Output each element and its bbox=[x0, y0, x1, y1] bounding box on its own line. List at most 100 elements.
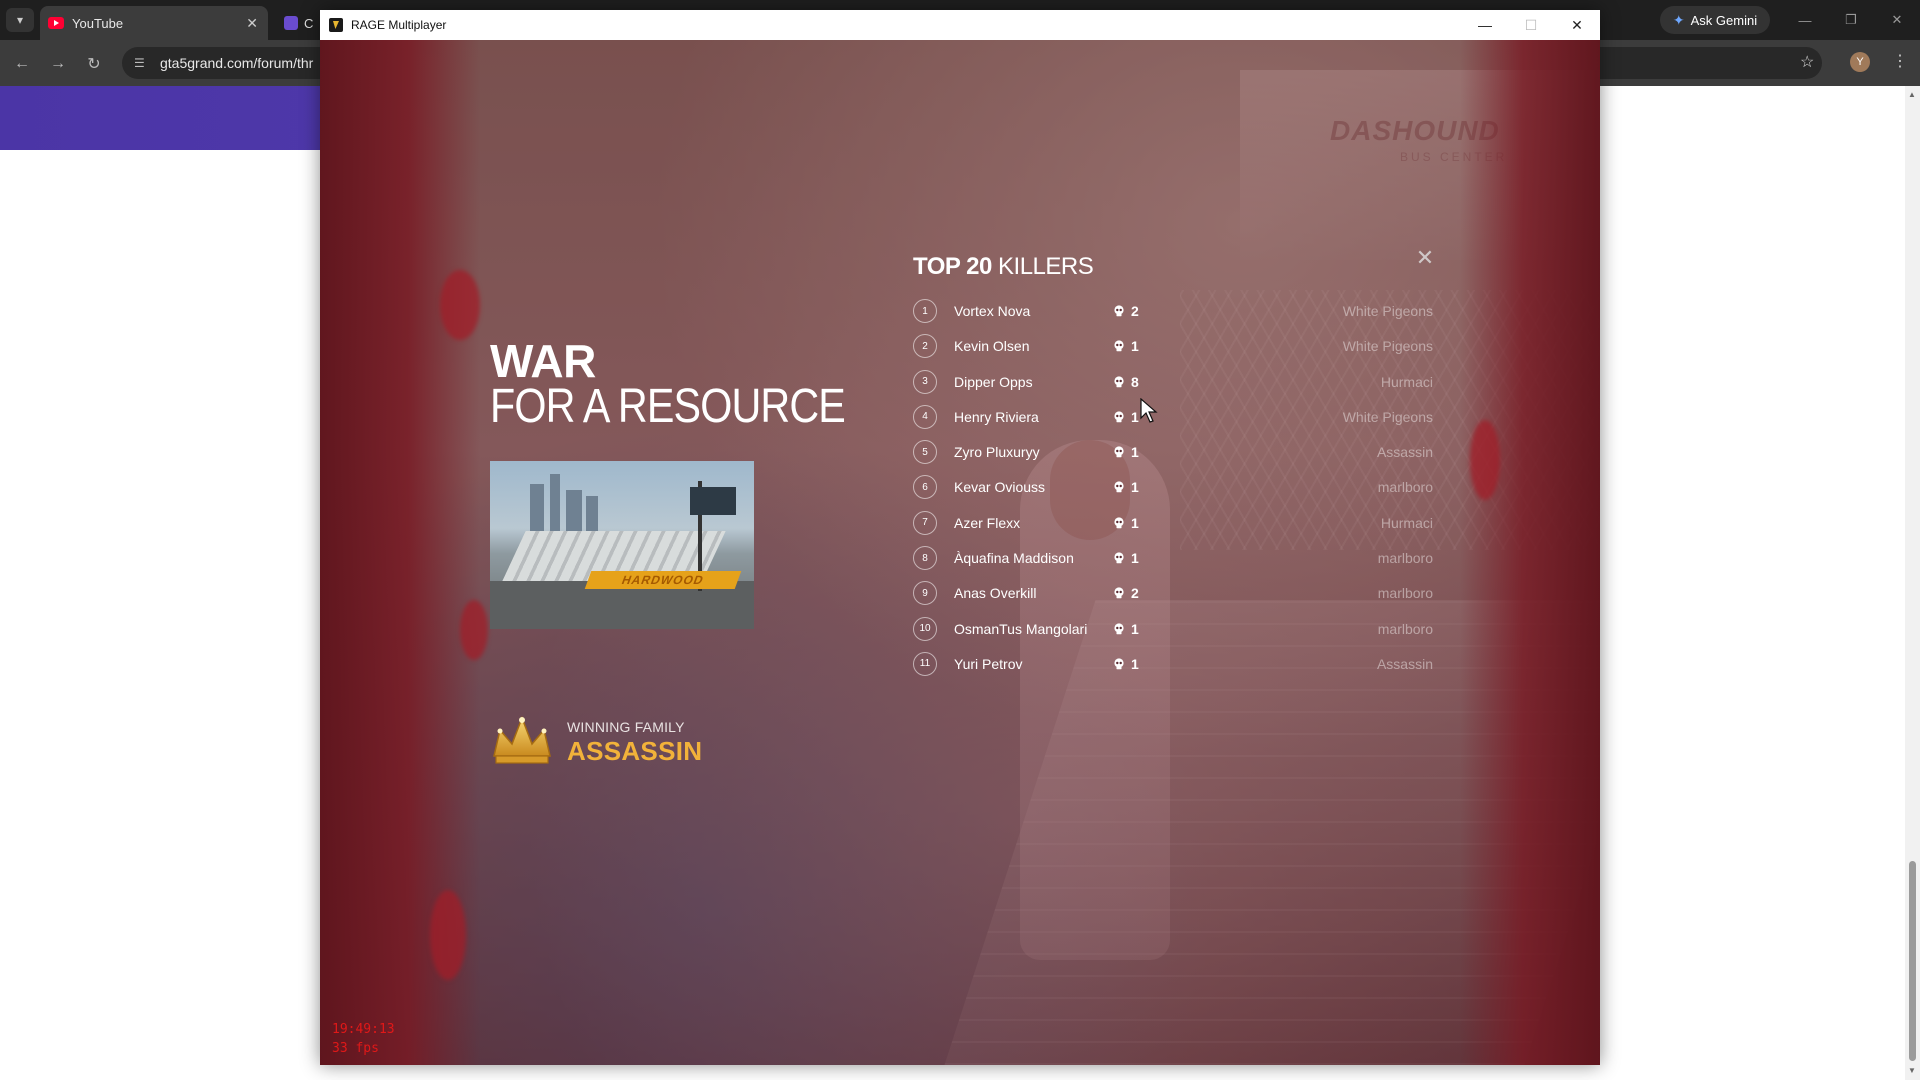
player-name: OsmanTus Mangolari bbox=[954, 620, 1088, 637]
family-name: White Pigeons bbox=[1342, 338, 1433, 355]
family-name: Hurmaci bbox=[1380, 373, 1433, 390]
family-name: White Pigeons bbox=[1342, 408, 1433, 425]
bookmark-star-icon[interactable]: ☆ bbox=[1800, 52, 1814, 72]
skull-icon bbox=[1114, 552, 1124, 564]
tab-close-icon[interactable]: ✕ bbox=[246, 15, 258, 32]
killer-row: 10 OsmanTus Mangolari 1 marlboro bbox=[913, 613, 1433, 648]
rank-badge: 7 bbox=[913, 510, 937, 535]
game-view[interactable]: DASHOUND BUS CENTER WAR FOR A RESOURCE H… bbox=[320, 40, 1600, 1065]
browser-window-controls: — ❐ ✕ bbox=[1782, 0, 1920, 40]
scrollbar-thumb[interactable] bbox=[1909, 861, 1916, 1061]
kill-count: 1 bbox=[1131, 408, 1139, 425]
blood-splatter bbox=[460, 600, 488, 660]
player-name: Àquafina Maddison bbox=[954, 550, 1074, 567]
blood-splatter bbox=[1470, 420, 1500, 500]
minimize-icon[interactable]: — bbox=[1462, 10, 1508, 40]
debug-fps: 33 fps bbox=[332, 1041, 379, 1056]
skull-icon bbox=[1114, 481, 1124, 493]
kill-count: 1 bbox=[1131, 655, 1139, 672]
killer-row: 1 Vortex Nova 2 White Pigeons bbox=[913, 295, 1433, 330]
killer-row: 7 Azer Flexx 1 Hurmaci bbox=[913, 507, 1433, 542]
family-name: White Pigeons bbox=[1342, 303, 1433, 319]
rage-window-controls: — ☐ ✕ bbox=[1462, 10, 1600, 40]
killer-row: 5 Zyro Pluxuryy 1 Assassin bbox=[913, 436, 1433, 471]
back-icon[interactable]: ← bbox=[10, 52, 34, 76]
rank-badge: 8 bbox=[913, 546, 937, 571]
event-location-image: HARDWOOD bbox=[490, 461, 754, 629]
skull-icon bbox=[1114, 517, 1124, 528]
top-killers-header: TOP 20 KILLERS bbox=[913, 253, 1094, 281]
family-name: Assassin bbox=[1376, 655, 1433, 672]
family-name: Hurmaci bbox=[1380, 514, 1433, 531]
debug-clock: 19:49:13 bbox=[332, 1022, 395, 1037]
page-scrollbar[interactable]: ▲ ▼ bbox=[1905, 86, 1920, 1080]
player-name: Kevar Oviouss bbox=[954, 479, 1046, 496]
family-name: marlboro bbox=[1377, 479, 1433, 496]
player-name: Anas Overkill bbox=[954, 585, 1037, 602]
killer-list: 1 Vortex Nova 2 White Pigeons 2 Kevin Olsen 1 W… bbox=[913, 295, 1433, 683]
maximize-icon: ☐ bbox=[1524, 16, 1538, 33]
rage-window-title: RAGE Multiplayer bbox=[351, 18, 447, 32]
skull-icon bbox=[1114, 587, 1124, 599]
tab-search-button[interactable]: ▾ bbox=[6, 8, 34, 32]
family-name: marlboro bbox=[1377, 550, 1433, 567]
skull-icon bbox=[1114, 411, 1124, 423]
kill-count: 1 bbox=[1131, 479, 1139, 496]
ask-gemini-button[interactable]: ✦ Ask Gemini bbox=[1660, 6, 1770, 34]
skyline-tower bbox=[550, 474, 560, 534]
kill-count: 1 bbox=[1131, 514, 1139, 531]
player-name: Vortex Nova bbox=[954, 303, 1031, 319]
close-icon[interactable]: ✕ bbox=[1554, 10, 1600, 40]
browser-tab-youtube[interactable]: YouTube ✕ bbox=[40, 6, 268, 40]
winning-family-label: WINNING FAMILY bbox=[567, 719, 685, 735]
crown-icon bbox=[493, 715, 551, 764]
close-killers-panel-button[interactable]: ✕ bbox=[1413, 245, 1437, 270]
skull-icon bbox=[1114, 623, 1124, 634]
gemini-icon: ✦ bbox=[1672, 11, 1685, 28]
profile-avatar[interactable]: Y bbox=[1850, 52, 1870, 72]
site-favicon-icon bbox=[284, 16, 298, 30]
kill-count: 1 bbox=[1131, 620, 1139, 637]
reload-icon[interactable]: ↻ bbox=[82, 52, 106, 76]
rank-badge: 4 bbox=[913, 404, 937, 429]
rank-badge: 11 bbox=[913, 651, 937, 676]
hardwood-sign: HARDWOOD bbox=[584, 571, 742, 589]
rage-titlebar[interactable]: RAGE Multiplayer — ☐ ✕ bbox=[320, 10, 1600, 40]
skull-icon bbox=[1114, 305, 1124, 317]
browser-tab-2[interactable]: C bbox=[276, 6, 316, 40]
player-name: Kevin Olsen bbox=[954, 338, 1030, 355]
tab-title: C bbox=[304, 15, 314, 31]
skull-icon bbox=[1114, 340, 1124, 352]
kill-count: 2 bbox=[1131, 303, 1139, 319]
killer-row: 4 Henry Riviera 1 White Pigeons bbox=[913, 401, 1433, 436]
event-title-resource: FOR A RESOURCE bbox=[490, 380, 846, 433]
rank-badge: 3 bbox=[913, 369, 937, 394]
player-name: Azer Flexx bbox=[954, 514, 1021, 531]
kill-count: 1 bbox=[1131, 444, 1139, 461]
skull-icon bbox=[1114, 446, 1124, 458]
killer-row: 11 Yuri Petrov 1 Assassin bbox=[913, 648, 1433, 683]
skyline-tower bbox=[586, 496, 598, 534]
billboard bbox=[690, 487, 736, 515]
killer-row: 3 Dipper Opps 8 Hurmaci bbox=[913, 366, 1433, 401]
skyline-tower bbox=[530, 484, 544, 534]
minimize-icon[interactable]: — bbox=[1782, 0, 1828, 40]
kill-count: 1 bbox=[1131, 550, 1139, 567]
rank-badge: 10 bbox=[913, 616, 937, 641]
scroll-down-icon[interactable]: ▼ bbox=[1908, 1066, 1916, 1075]
scroll-up-icon[interactable]: ▲ bbox=[1908, 90, 1916, 99]
rank-badge: 6 bbox=[913, 475, 937, 500]
site-info-icon[interactable]: ☰ bbox=[134, 56, 150, 70]
rank-badge: 9 bbox=[913, 581, 937, 606]
close-icon[interactable]: ✕ bbox=[1874, 0, 1920, 40]
killer-row: 8 Àquafina Maddison 1 marlboro bbox=[913, 542, 1433, 577]
forward-icon[interactable]: → bbox=[46, 52, 70, 76]
restore-icon[interactable]: ❐ bbox=[1828, 0, 1874, 40]
killer-row: 2 Kevin Olsen 1 White Pigeons bbox=[913, 330, 1433, 365]
ask-gemini-label: Ask Gemini bbox=[1690, 12, 1758, 28]
kebab-menu-icon[interactable]: ⋮ bbox=[1892, 51, 1908, 71]
blood-splatter bbox=[430, 890, 466, 980]
rage-multiplayer-window: RAGE Multiplayer — ☐ ✕ DASHOUND BUS CENT… bbox=[320, 10, 1600, 1065]
kill-count: 2 bbox=[1131, 585, 1139, 602]
header-killers: KILLERS bbox=[998, 253, 1094, 280]
